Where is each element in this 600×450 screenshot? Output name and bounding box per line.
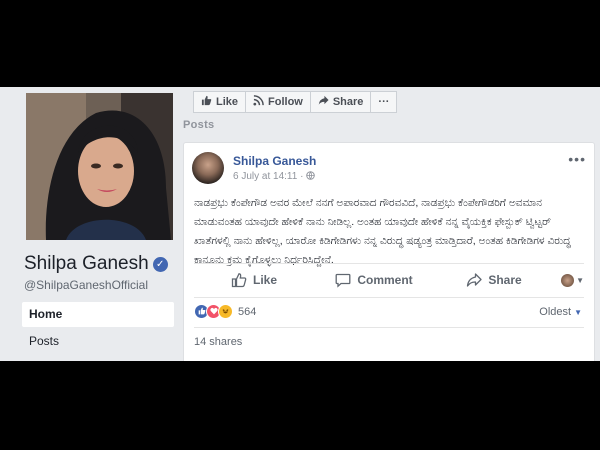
thumbs-up-outline-icon xyxy=(231,273,247,288)
profile-photo[interactable] xyxy=(26,93,173,240)
nav-item-home[interactable]: Home xyxy=(22,302,174,327)
share-page-label: Share xyxy=(332,96,364,108)
post-share-label: Share xyxy=(488,273,522,287)
page-nav: Home Posts xyxy=(22,302,174,356)
profile-name[interactable]: Shilpa Ganesh ✓ xyxy=(24,253,168,275)
thumbs-up-icon xyxy=(201,95,212,109)
page-viewport: Shilpa Ganesh ✓ @ShilpaGaneshOfficial Hom… xyxy=(0,87,600,361)
sort-label: Oldest xyxy=(539,306,572,318)
posts-section-heading: Posts xyxy=(183,119,215,131)
post-card: Shilpa Ganesh 6 July at 14:11 · ••• ನಾಡಪ… xyxy=(183,142,595,361)
verified-badge-icon: ✓ xyxy=(152,257,168,272)
like-page-button[interactable]: Like xyxy=(193,91,247,113)
post-date-text: 6 July at 14:11 · xyxy=(233,171,307,182)
post-comment-button[interactable]: Comment xyxy=(314,272,434,288)
post-like-button[interactable]: Like xyxy=(194,272,314,288)
viewer-avatar xyxy=(561,273,575,287)
post-share-button[interactable]: Share xyxy=(434,272,554,288)
share-arrow-icon xyxy=(318,95,329,109)
divider xyxy=(194,327,584,328)
follow-label: Follow xyxy=(268,96,303,108)
caret-down-icon: ▼ xyxy=(574,308,582,317)
author-avatar[interactable] xyxy=(192,152,224,184)
divider xyxy=(194,297,584,298)
reaction-count: 564 xyxy=(238,305,257,318)
share-count[interactable]: 14 shares xyxy=(194,336,242,348)
haha-reaction-icon xyxy=(218,304,233,319)
nav-item-posts[interactable]: Posts xyxy=(22,329,174,354)
post-options-icon[interactable]: ••• xyxy=(568,151,586,167)
more-options-button[interactable]: ··· xyxy=(370,91,398,113)
rss-icon xyxy=(253,95,264,109)
profile-handle[interactable]: @ShilpaGaneshOfficial xyxy=(24,278,148,292)
page-action-bar: Like Follow Share ··· xyxy=(193,91,398,113)
caret-down-icon: ▼ xyxy=(576,275,584,285)
post-like-label: Like xyxy=(252,273,277,287)
post-text: ನಾಡಪ್ರಭು ಕೆಂಪೇಗೌಡ ಅವರ ಮೇಲೆ ನನಗೆ ಅಪಾರವಾದ … xyxy=(194,197,571,266)
share-outline-icon xyxy=(467,273,482,287)
post-author[interactable]: Shilpa Ganesh xyxy=(233,154,316,168)
reactions-summary[interactable]: 564 xyxy=(194,304,256,319)
globe-icon xyxy=(306,171,315,182)
profile-name-text[interactable]: Shilpa Ganesh xyxy=(24,253,149,274)
comment-icon xyxy=(335,273,351,288)
like-page-label: Like xyxy=(216,96,239,108)
post-action-bar: Like Comment Share ▼ xyxy=(194,264,584,296)
post-date[interactable]: 6 July at 14:11 · xyxy=(233,171,315,182)
post-as-selector[interactable]: ▼ xyxy=(554,273,584,287)
share-page-button[interactable]: Share xyxy=(309,91,372,113)
comment-sort-dropdown[interactable]: Oldest ▼ xyxy=(539,306,582,318)
post-comment-label: Comment xyxy=(357,273,413,287)
more-dots-icon: ··· xyxy=(378,96,390,108)
follow-button[interactable]: Follow xyxy=(245,91,311,113)
